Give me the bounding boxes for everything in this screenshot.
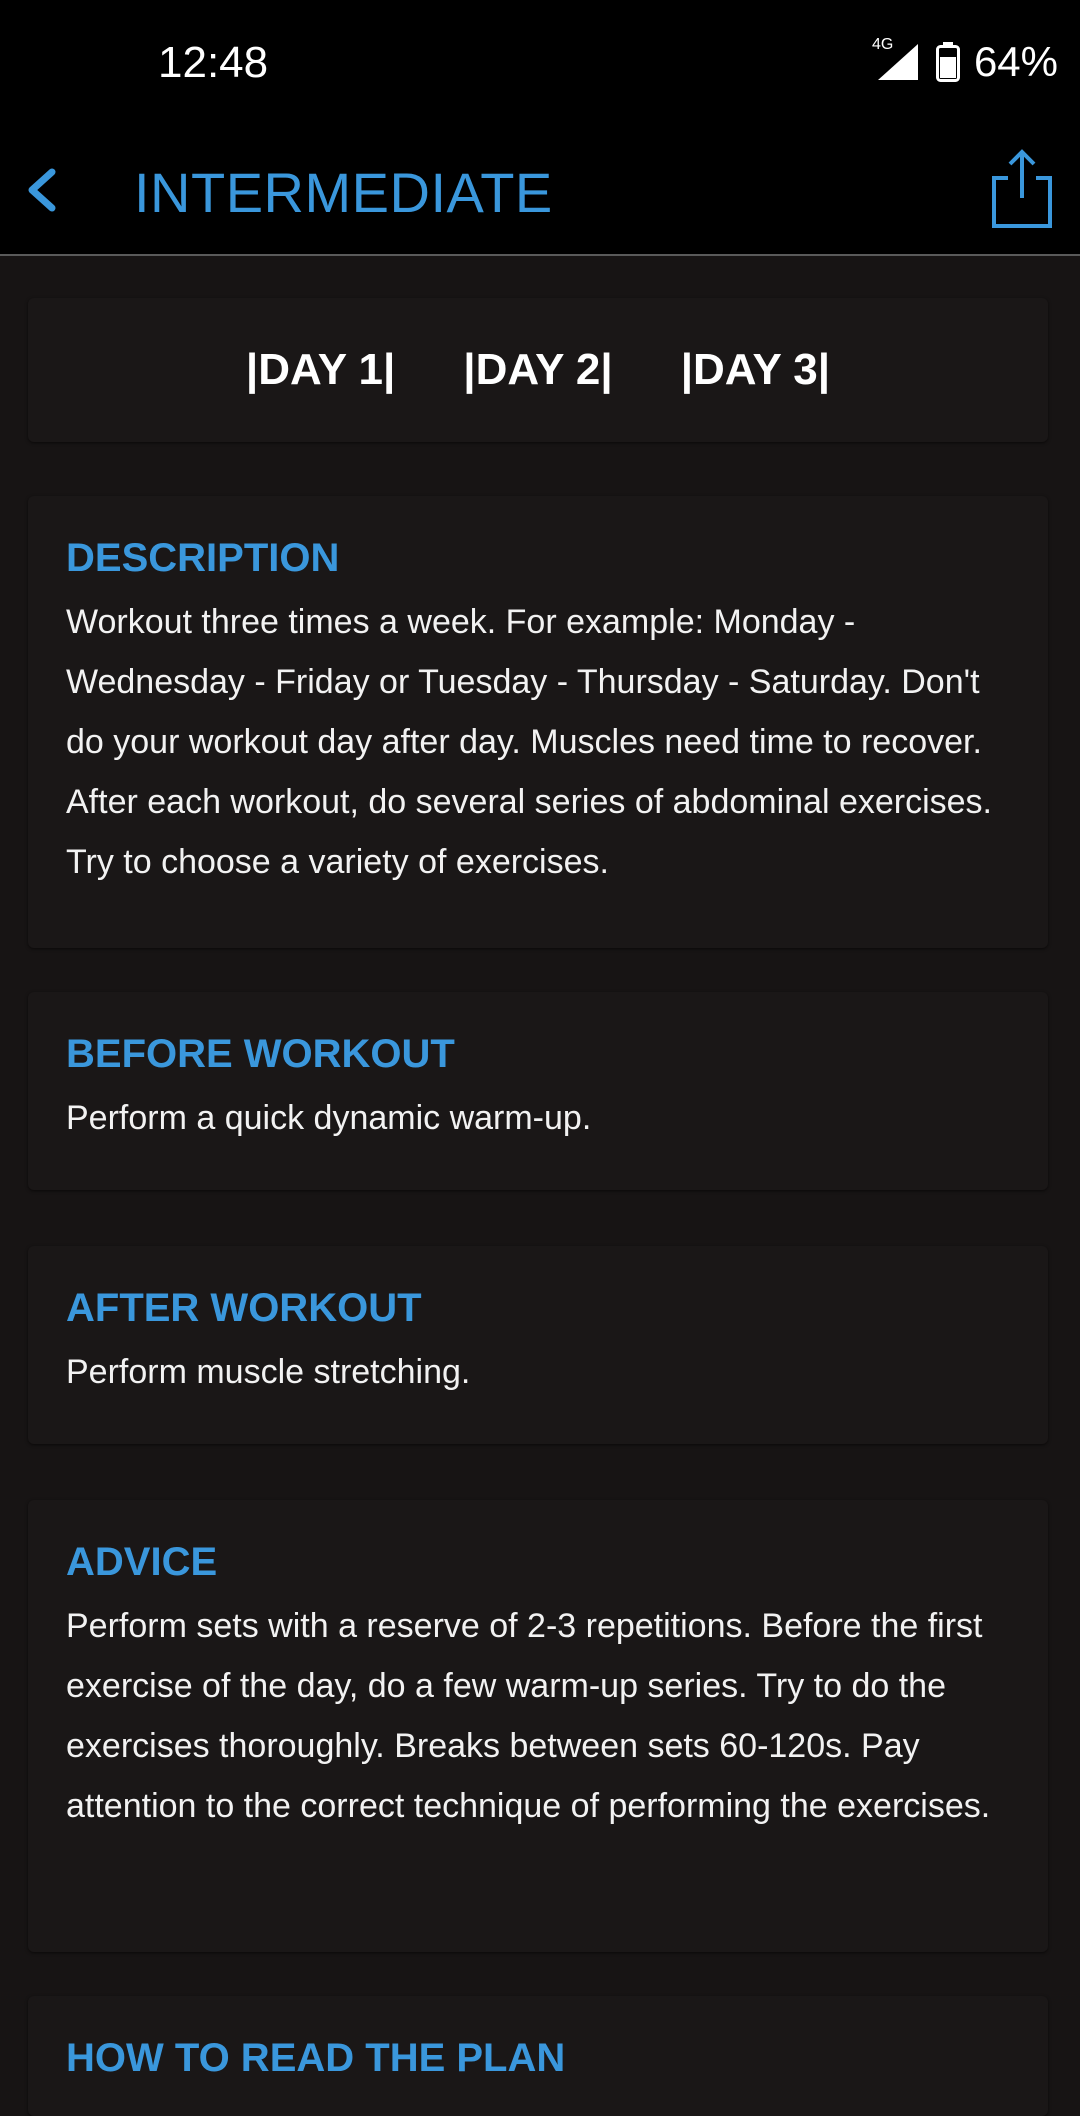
description-title: DESCRIPTION [66, 536, 340, 580]
signal-icon: 4G [872, 36, 922, 82]
network-type: 4G [871, 36, 894, 53]
description-text: Workout three times a week. For example:… [66, 603, 993, 881]
battery-icon [935, 42, 960, 82]
status-icons: 4G 64% [872, 36, 1058, 86]
description-card: DESCRIPTION Workout three times a week. … [28, 496, 1048, 948]
status-time: 12:48 [158, 38, 269, 87]
before-workout-title: BEFORE WORKOUT [66, 1032, 455, 1076]
before-workout-text: Perform a quick dynamic warm-up. [66, 1099, 592, 1137]
advice-text: Perform sets with a reserve of 2-3 repet… [66, 1607, 991, 1825]
how-to-read-title: HOW TO READ THE PLAN [66, 2036, 566, 2080]
how-to-read-card: HOW TO READ THE PLAN [28, 1996, 1048, 2116]
page-title: INTERMEDIATE [134, 161, 553, 224]
share-icon [992, 149, 1052, 228]
chevron-left-icon [28, 168, 56, 212]
day-tabs-card: |DAY 1| |DAY 2| |DAY 3| [28, 298, 1048, 442]
advice-card: ADVICE Perform sets with a reserve of 2-… [28, 1500, 1048, 1952]
battery-percent: 64% [973, 38, 1058, 85]
after-workout-text: Perform muscle stretching. [66, 1353, 471, 1391]
after-workout-card: AFTER WORKOUT Perform muscle stretching. [28, 1246, 1048, 1444]
back-button[interactable] [10, 158, 74, 222]
tab-day-1[interactable]: |DAY 1| [246, 345, 395, 395]
day-tabs: |DAY 1| |DAY 2| |DAY 3| [28, 298, 1048, 442]
before-workout-card: BEFORE WORKOUT Perform a quick dynamic w… [28, 992, 1048, 1190]
tab-day-3[interactable]: |DAY 3| [681, 345, 830, 395]
app-bar: INTERMEDIATE [0, 128, 1080, 256]
tab-day-2[interactable]: |DAY 2| [463, 345, 612, 395]
after-workout-title: AFTER WORKOUT [66, 1286, 422, 1330]
share-button[interactable] [984, 148, 1056, 232]
advice-title: ADVICE [66, 1540, 218, 1584]
status-bar: 12:48 4G 64% [0, 0, 1080, 128]
